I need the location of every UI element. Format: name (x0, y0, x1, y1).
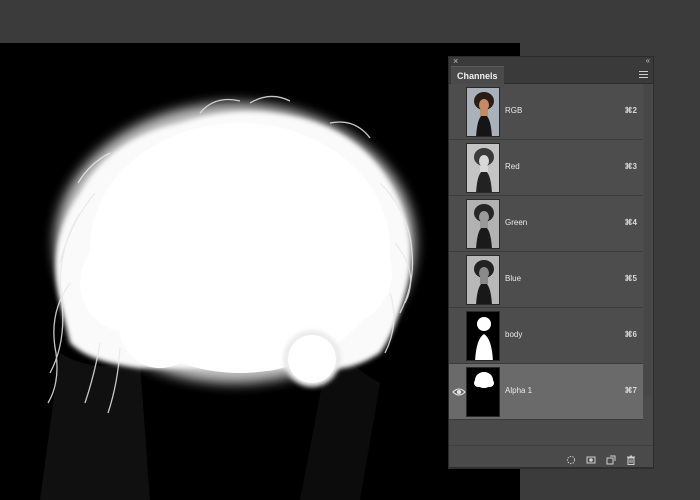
panel-edge (448, 467, 654, 469)
channel-name: body (505, 330, 523, 339)
workspace: × ‹‹ Channels RGB ⌘2 Red ⌘3 Green ⌘4 Blu… (0, 0, 700, 500)
trash-icon[interactable] (626, 452, 636, 465)
channel-thumbnail-alpha-1 (466, 367, 500, 417)
channel-list: RGB ⌘2 Red ⌘3 Green ⌘4 Blue ⌘5 body ⌘6 A… (449, 84, 653, 450)
document-canvas[interactable] (0, 43, 520, 500)
channel-row-alpha-1[interactable]: Alpha 1 ⌘7 (449, 364, 643, 420)
panel-tabbar: Channels (449, 66, 653, 85)
channel-thumbnail-rgb (466, 87, 500, 137)
channel-row-green[interactable]: Green ⌘4 (449, 196, 643, 252)
channels-panel: × ‹‹ Channels RGB ⌘2 Red ⌘3 Green ⌘4 Blu… (448, 56, 654, 468)
tab-channels[interactable]: Channels (451, 66, 504, 85)
channel-shortcut: ⌘5 (624, 274, 637, 283)
channel-shortcut: ⌘7 (624, 386, 637, 395)
visibility-toggle[interactable] (452, 273, 466, 285)
panel-footer (449, 445, 653, 467)
channel-name: RGB (505, 106, 523, 115)
channel-shortcut: ⌘6 (624, 330, 637, 339)
channel-row-body[interactable]: body ⌘6 (449, 308, 643, 364)
channel-thumbnail-blue (466, 255, 500, 305)
channel-name: Red (505, 162, 520, 171)
channel-name: Green (505, 218, 528, 227)
load-selection-icon[interactable] (566, 452, 576, 465)
channel-shortcut: ⌘4 (624, 218, 637, 227)
eye-icon[interactable] (452, 385, 466, 397)
channel-row-rgb[interactable]: RGB ⌘2 (449, 84, 643, 140)
scrollbar[interactable] (644, 84, 652, 396)
channel-shortcut: ⌘3 (624, 162, 637, 171)
channel-name: Alpha 1 (505, 386, 533, 395)
visibility-toggle[interactable] (452, 217, 466, 229)
channel-row-blue[interactable]: Blue ⌘5 (449, 252, 643, 308)
visibility-toggle[interactable] (452, 161, 466, 173)
channel-thumbnail-body (466, 311, 500, 361)
alpha-channel-image (40, 95, 415, 500)
hamburger-icon[interactable] (639, 71, 648, 78)
panel-titlebar: × ‹‹ (449, 56, 653, 66)
new-channel-icon[interactable] (606, 452, 616, 465)
visibility-toggle[interactable] (452, 329, 466, 341)
channel-thumbnail-green (466, 199, 500, 249)
channel-thumbnail-red (466, 143, 500, 193)
channel-shortcut: ⌘2 (624, 106, 637, 115)
save-selection-icon[interactable] (586, 452, 596, 464)
visibility-toggle[interactable] (452, 105, 466, 117)
channel-row-red[interactable]: Red ⌘3 (449, 140, 643, 196)
channel-name: Blue (505, 274, 522, 283)
